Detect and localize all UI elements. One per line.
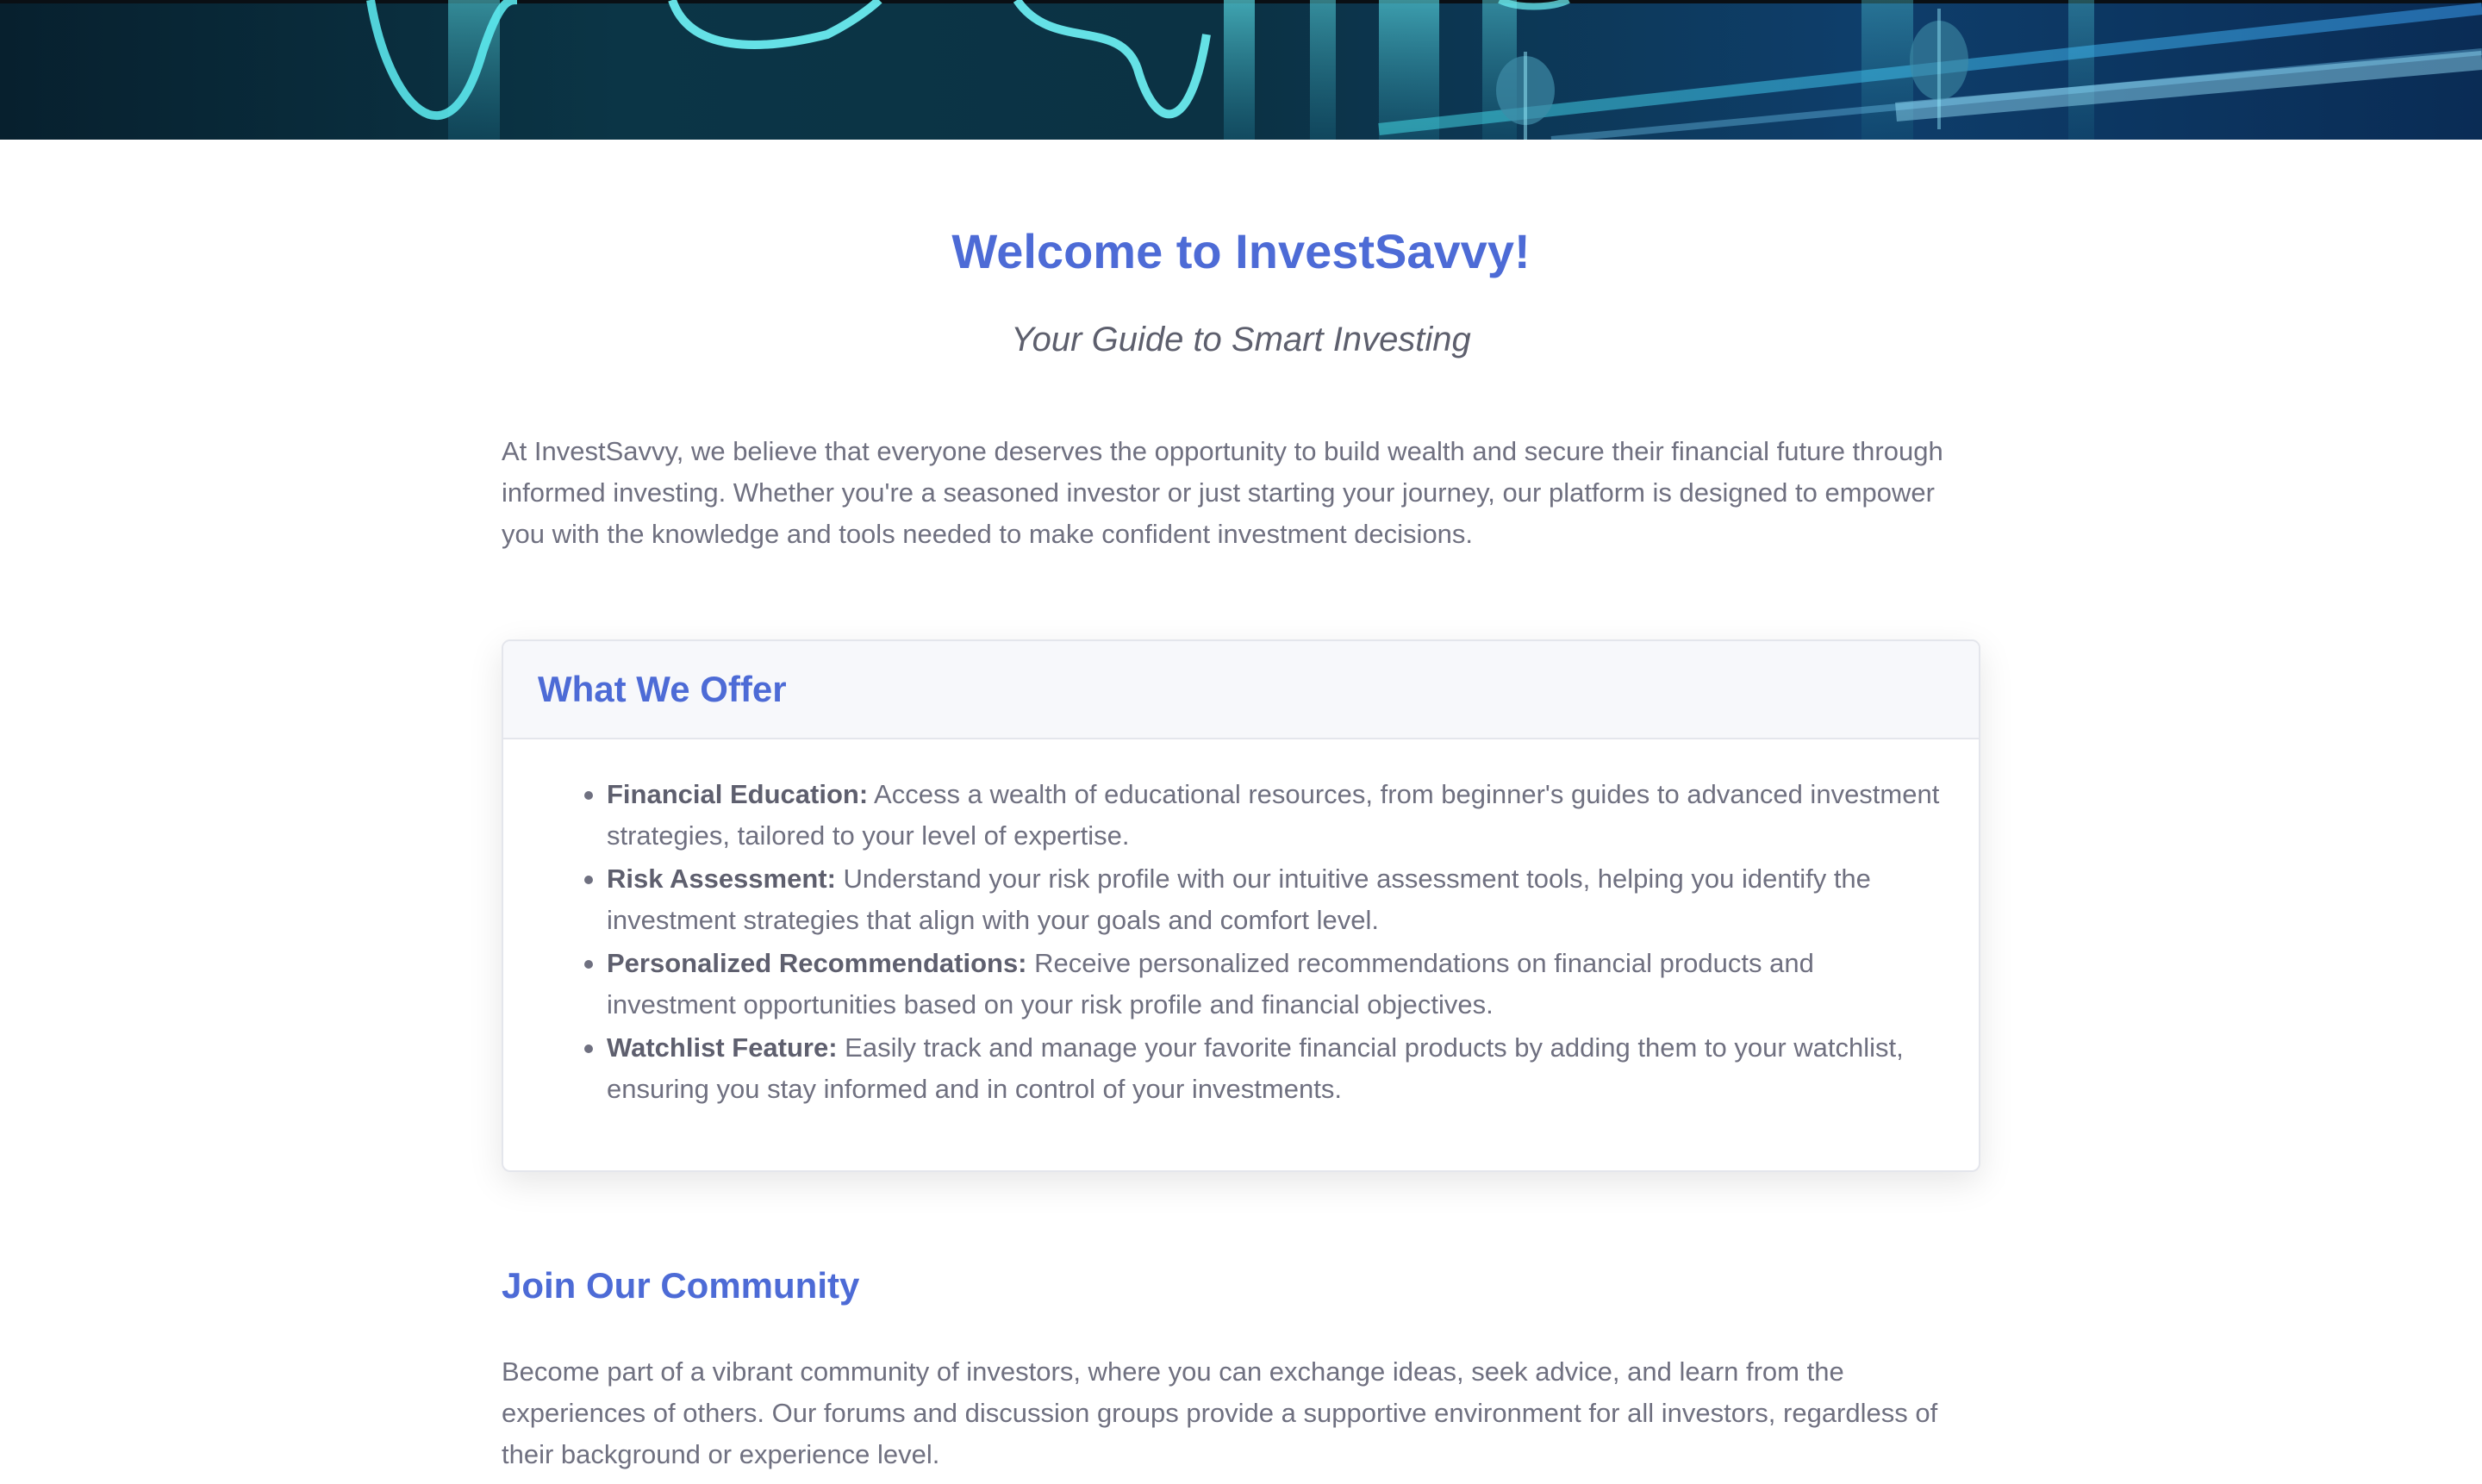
offer-item-term: Risk Assessment: [607, 864, 836, 894]
offer-item-term: Watchlist Feature: [607, 1032, 838, 1063]
page-title: Welcome to InvestSavvy! [951, 224, 1531, 278]
page-subtitle: Your Guide to Smart Investing [1011, 321, 1471, 359]
offer-item-term: Personalized Recommendations: [607, 948, 1027, 978]
offer-list: Financial Education: Access a wealth of … [503, 739, 1979, 1110]
bullet-icon [584, 876, 593, 884]
offer-title: What We Offer [538, 669, 787, 709]
offer-item-financial-education: Financial Education: Access a wealth of … [584, 774, 1944, 857]
community-paragraph: Become part of a vibrant community of in… [502, 1356, 1938, 1469]
offer-card-header: What We Offer [503, 641, 1979, 739]
bullet-icon [584, 791, 593, 800]
offer-item-term: Financial Education: [607, 779, 869, 809]
offer-item-risk-assessment: Risk Assessment: Understand your risk pr… [584, 858, 1944, 941]
offer-item-watchlist-feature: Watchlist Feature: Easily track and mana… [584, 1027, 1944, 1110]
intro-paragraph: At InvestSavvy, we believe that everyone… [502, 436, 1943, 549]
stock-chart-banner-image [0, 0, 2482, 140]
hero-banner [0, 0, 2482, 140]
offer-card: What We Offer Financial Education: Acces… [502, 639, 1980, 1172]
offer-item-personalized-recommendations: Personalized Recommendations: Receive pe… [584, 943, 1944, 1026]
bullet-icon [584, 960, 593, 969]
bullet-icon [584, 1044, 593, 1053]
community-title: Join Our Community [502, 1265, 860, 1306]
